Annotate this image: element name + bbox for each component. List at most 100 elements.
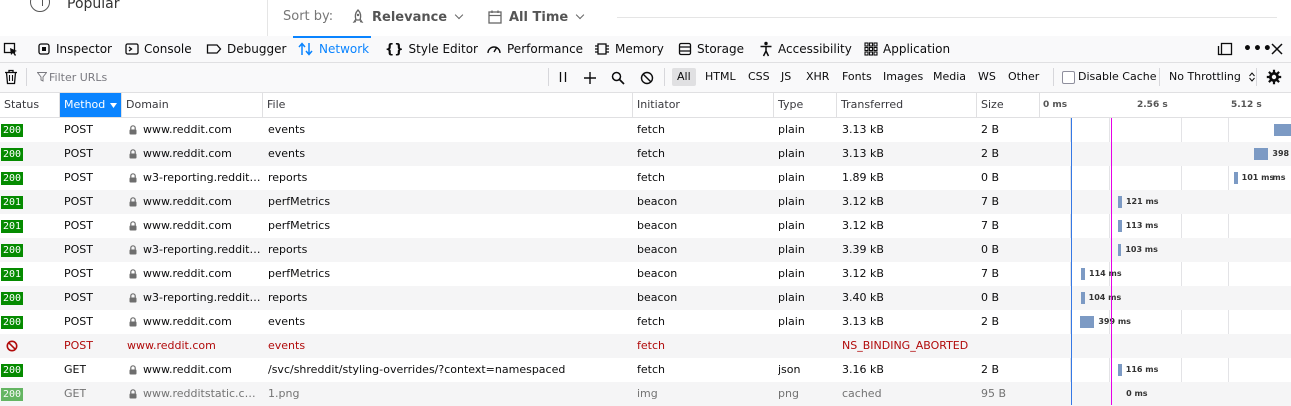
request-row[interactable]: 201 POST www.reddit.com perfMetrics beacon pl… [0, 214, 1291, 238]
request-initiator: beacon [637, 243, 678, 256]
tab-label: Storage [697, 42, 744, 56]
request-transferred: 3.12 kB [842, 195, 884, 208]
request-method: POST [64, 195, 93, 208]
throttling-select[interactable]: No Throttling [1164, 68, 1255, 86]
element-picker-button[interactable] [3, 36, 19, 62]
request-type: json [778, 363, 801, 376]
filter-fonts[interactable]: Fonts [837, 68, 877, 86]
request-row[interactable]: 200 POST w3-reporting.reddit.... reports bea… [0, 286, 1291, 310]
block-urls-button[interactable] [640, 70, 654, 89]
request-transferred: 3.39 kB [842, 243, 884, 256]
dock-toggle-button[interactable] [1217, 36, 1233, 62]
column-header-domain[interactable]: Domain [122, 93, 263, 117]
request-row[interactable]: 200 GET www.redditstatic.com 1.png img png cac… [0, 382, 1291, 406]
request-method: POST [64, 123, 93, 136]
filter-html[interactable]: HTML [700, 68, 741, 86]
request-size: 7 B [981, 219, 1000, 232]
divider [1256, 68, 1257, 86]
request-row[interactable]: 200 POST www.reddit.com events fetch plain 3.1… [0, 118, 1291, 142]
request-file: 1.png [268, 387, 300, 400]
more-options-button[interactable]: ••• [1243, 36, 1273, 62]
request-domain: www.reddit.com [143, 267, 232, 280]
request-row[interactable]: POST www.reddit.com events fetch NS_BINDING_… [0, 334, 1291, 358]
tab-label: Inspector [56, 42, 112, 56]
waterfall-timing: 104 ms [1088, 293, 1122, 302]
waterfall-bar [1079, 316, 1095, 328]
filter-css[interactable]: CSS [743, 68, 775, 86]
lock-icon [129, 389, 137, 399]
column-header-waterfall[interactable]: 0 ms 2.56 s 5.12 s [1040, 93, 1291, 117]
status-badge: 201 [1, 220, 24, 233]
request-type: plain [778, 243, 805, 256]
network-settings-button[interactable] [1266, 69, 1282, 89]
request-domain: www.reddit.com [143, 219, 232, 232]
request-transferred: cached [842, 387, 882, 400]
dock-side-icon [1217, 42, 1233, 56]
request-initiator: fetch [637, 315, 665, 328]
request-row[interactable]: 200 GET www.reddit.com/svc/shreddit/stylin… [0, 358, 1291, 382]
memory-icon [595, 43, 609, 55]
element-picker-icon [3, 42, 17, 56]
lock-icon [129, 125, 137, 135]
waterfall-timing: 101 ms [1241, 173, 1275, 182]
pause-icon [559, 72, 567, 82]
search-icon [611, 71, 625, 85]
request-row[interactable]: 200 POST www.reddit.com events fetch plain 3.1… [0, 310, 1291, 334]
tab-performance[interactable]: Performance [486, 36, 583, 62]
column-header-initiator[interactable]: Initiator [633, 93, 774, 117]
add-request-button[interactable] [583, 70, 597, 89]
column-header-method[interactable]: Method [60, 93, 122, 117]
filter-media[interactable]: Media [928, 68, 971, 86]
waterfall-bar [1253, 148, 1269, 160]
request-transferred: 3.12 kB [842, 267, 884, 280]
column-header-size[interactable]: Size [977, 93, 1040, 117]
tab-storage[interactable]: Storage [678, 36, 744, 62]
request-domain: w3-reporting.reddit.... [143, 171, 261, 184]
filter-ws[interactable]: WS [973, 68, 1001, 86]
tab-application[interactable]: Application [864, 36, 950, 62]
tab-inspector[interactable]: Inspector [37, 36, 112, 62]
tab-style-editor[interactable]: {} Style Editor [385, 36, 478, 62]
request-method: GET [64, 363, 87, 376]
timing-marker-line [1071, 118, 1072, 405]
request-size: 2 B [981, 123, 1000, 136]
column-header-type[interactable]: Type [774, 93, 837, 117]
filter-images[interactable]: Images [878, 68, 928, 86]
column-header-file[interactable]: File [263, 93, 633, 117]
search-button[interactable] [611, 70, 625, 89]
tab-accessibility[interactable]: Accessibility [759, 36, 852, 62]
lock-icon [129, 245, 137, 255]
request-initiator: fetch [637, 171, 665, 184]
filter-urls-input[interactable] [49, 69, 519, 85]
tab-memory[interactable]: Memory [594, 36, 664, 62]
time-dropdown[interactable]: All Time [487, 7, 585, 27]
request-row[interactable]: 201 POST www.reddit.com perfMetrics beacon pl… [0, 190, 1291, 214]
column-header-transferred[interactable]: Transferred [837, 93, 977, 117]
request-row[interactable]: 200 POST www.reddit.com events fetch plain 3.1… [0, 142, 1291, 182]
request-type: plain [778, 147, 805, 160]
column-header-status[interactable]: Status [0, 93, 60, 117]
request-file: reports [268, 171, 308, 184]
request-row[interactable]: 200 POST w3-reporting.reddit.... reports bea… [0, 238, 1291, 262]
request-row[interactable]: 200 POST w3-reporting.reddit.... reports fet… [0, 166, 1291, 190]
tab-debugger[interactable]: Debugger [206, 36, 286, 62]
page-left-panel: Popular [0, 0, 268, 36]
waterfall-timing: 0 ms [1126, 389, 1148, 398]
close-devtools-button[interactable] [1271, 36, 1283, 62]
tab-console[interactable]: Console [125, 36, 192, 62]
request-type: plain [778, 195, 805, 208]
pause-button[interactable] [557, 69, 569, 88]
filter-all[interactable]: All [672, 68, 696, 86]
request-size: 2 B [981, 363, 1000, 376]
filter-other[interactable]: Other [1003, 68, 1044, 86]
request-row[interactable]: 201 POST www.reddit.com perfMetrics beacon pl… [0, 262, 1291, 286]
tab-label: Memory [615, 42, 664, 56]
filter-xhr[interactable]: XHR [801, 68, 834, 86]
console-icon [125, 43, 139, 55]
tab-network[interactable]: Network [298, 36, 369, 62]
popular-link[interactable]: Popular [67, 0, 120, 12]
sort-dropdown[interactable]: Relevance [350, 7, 464, 27]
request-file: events [268, 315, 306, 328]
filter-js[interactable]: JS [776, 68, 796, 86]
clear-button[interactable] [4, 69, 18, 89]
